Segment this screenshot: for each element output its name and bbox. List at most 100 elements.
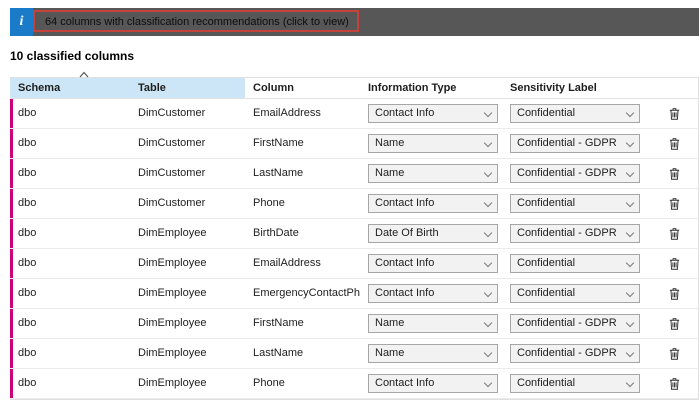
sensitivity-label-cell: Confidential - GDPR (502, 159, 650, 188)
actions-cell (650, 189, 698, 218)
table-row: dbo DimCustomer FirstName Name Confident… (10, 129, 698, 159)
dropdown-value: Confidential (517, 105, 623, 122)
header-column[interactable]: Column (245, 78, 360, 98)
header-sensitivity-label[interactable]: Sensitivity Label (502, 78, 650, 98)
delete-row-button[interactable] (666, 314, 683, 333)
sensitivity-label-cell: Confidential (502, 279, 650, 308)
table-row: dbo DimEmployee LastName Name Confidenti… (10, 339, 698, 369)
chevron-down-icon (626, 198, 634, 206)
classification-stripe (10, 219, 13, 248)
table-cell: DimEmployee (130, 309, 245, 338)
information-type-dropdown[interactable]: Contact Info (368, 374, 498, 393)
sensitivity-label-dropdown[interactable]: Confidential (510, 284, 640, 303)
column-cell: Phone (245, 189, 360, 218)
information-type-dropdown[interactable]: Name (368, 164, 498, 183)
sensitivity-label-dropdown[interactable]: Confidential (510, 194, 640, 213)
sensitivity-label-dropdown[interactable]: Confidential - GDPR (510, 224, 640, 243)
information-type-dropdown[interactable]: Contact Info (368, 104, 498, 123)
column-cell: EmailAddress (245, 99, 360, 128)
actions-cell (650, 159, 698, 188)
table-row: dbo DimEmployee Phone Contact Info Confi… (10, 369, 698, 399)
chevron-down-icon (626, 348, 634, 356)
sensitivity-label-cell: Confidential (502, 249, 650, 278)
table-cell: DimCustomer (130, 99, 245, 128)
sensitivity-label-dropdown[interactable]: Confidential - GDPR (510, 314, 640, 333)
sensitivity-label-dropdown[interactable]: Confidential (510, 374, 640, 393)
actions-cell (650, 339, 698, 368)
information-type-dropdown[interactable]: Contact Info (368, 284, 498, 303)
delete-row-button[interactable] (666, 134, 683, 153)
dropdown-value: Confidential - GDPR (517, 135, 623, 152)
delete-row-button[interactable] (666, 164, 683, 183)
chevron-down-icon (484, 348, 492, 356)
table-row: dbo DimEmployee FirstName Name Confident… (10, 309, 698, 339)
delete-row-button[interactable] (666, 104, 683, 123)
delete-row-button[interactable] (666, 284, 683, 303)
delete-row-button[interactable] (666, 194, 683, 213)
delete-row-button[interactable] (666, 224, 683, 243)
sensitivity-label-dropdown[interactable]: Confidential - GDPR (510, 164, 640, 183)
dropdown-value: Confidential (517, 375, 623, 392)
classification-stripe (10, 99, 13, 128)
chevron-down-icon (626, 258, 634, 266)
schema-cell: dbo (10, 309, 130, 338)
schema-cell: dbo (10, 99, 130, 128)
information-type-dropdown[interactable]: Name (368, 314, 498, 333)
table-cell: DimEmployee (130, 369, 245, 398)
column-cell: FirstName (245, 309, 360, 338)
recommendations-banner[interactable]: i 64 columns with classification recomme… (10, 8, 699, 36)
delete-row-button[interactable] (666, 374, 683, 393)
table-cell: DimEmployee (130, 249, 245, 278)
actions-cell (650, 219, 698, 248)
column-cell: LastName (245, 159, 360, 188)
column-cell: Phone (245, 369, 360, 398)
banner-message[interactable]: 64 columns with classification recommend… (45, 16, 349, 28)
schema-cell: dbo (10, 219, 130, 248)
header-table[interactable]: Table (130, 78, 245, 98)
dropdown-value: Confidential - GDPR (517, 165, 623, 182)
header-schema[interactable]: Schema (10, 78, 130, 98)
chevron-down-icon (484, 378, 492, 386)
dropdown-value: Name (375, 315, 481, 332)
sensitivity-label-dropdown[interactable]: Confidential - GDPR (510, 134, 640, 153)
actions-cell (650, 249, 698, 278)
information-type-dropdown[interactable]: Name (368, 134, 498, 153)
sensitivity-label-dropdown[interactable]: Confidential - GDPR (510, 344, 640, 363)
dropdown-value: Confidential - GDPR (517, 225, 623, 242)
chevron-down-icon (484, 168, 492, 176)
table-cell: DimEmployee (130, 219, 245, 248)
schema-cell: dbo (10, 279, 130, 308)
chevron-down-icon (484, 318, 492, 326)
table-row: dbo DimCustomer Phone Contact Info Confi… (10, 189, 698, 219)
actions-cell (650, 369, 698, 398)
table-cell: DimEmployee (130, 339, 245, 368)
delete-row-button[interactable] (666, 254, 683, 273)
information-type-dropdown[interactable]: Contact Info (368, 194, 498, 213)
chevron-down-icon (626, 228, 634, 236)
chevron-down-icon (484, 138, 492, 146)
dropdown-value: Contact Info (375, 375, 481, 392)
sensitivity-label-dropdown[interactable]: Confidential (510, 104, 640, 123)
sort-up-icon[interactable] (78, 71, 90, 78)
dropdown-value: Contact Info (375, 285, 481, 302)
column-cell: LastName (245, 339, 360, 368)
header-information-type[interactable]: Information Type (360, 78, 502, 98)
dropdown-value: Contact Info (375, 105, 481, 122)
schema-cell: dbo (10, 159, 130, 188)
sensitivity-label-cell: Confidential (502, 99, 650, 128)
delete-row-button[interactable] (666, 344, 683, 363)
chevron-down-icon (484, 258, 492, 266)
information-type-dropdown[interactable]: Date Of Birth (368, 224, 498, 243)
dropdown-value: Name (375, 165, 481, 182)
classification-stripe (10, 309, 13, 338)
information-type-dropdown[interactable]: Name (368, 344, 498, 363)
table-cell: DimCustomer (130, 129, 245, 158)
table-cell: DimEmployee (130, 279, 245, 308)
chevron-down-icon (484, 198, 492, 206)
dropdown-value: Name (375, 135, 481, 152)
sensitivity-label-dropdown[interactable]: Confidential (510, 254, 640, 273)
information-type-cell: Name (360, 339, 502, 368)
information-type-cell: Contact Info (360, 249, 502, 278)
information-type-dropdown[interactable]: Contact Info (368, 254, 498, 273)
information-type-cell: Contact Info (360, 369, 502, 398)
